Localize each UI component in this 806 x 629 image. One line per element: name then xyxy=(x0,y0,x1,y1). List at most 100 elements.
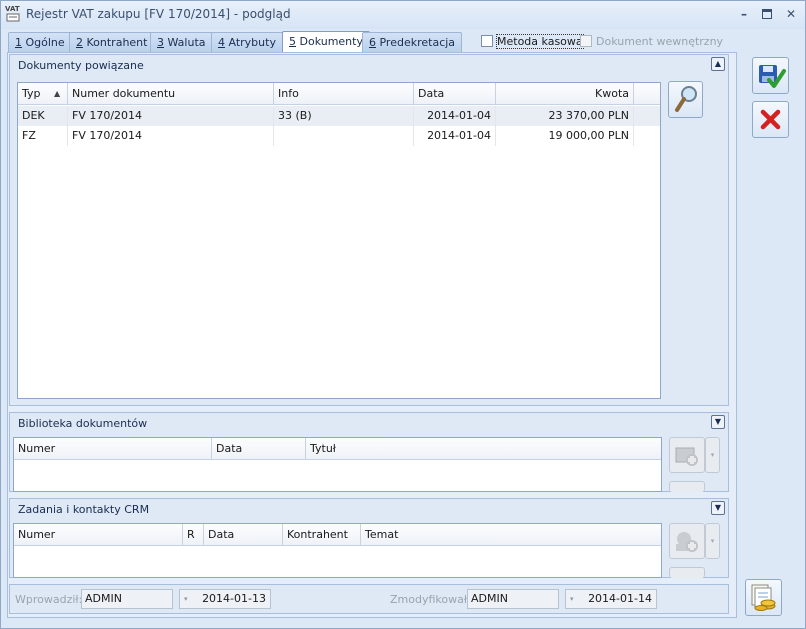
cell-typ: FZ xyxy=(18,126,68,146)
tab-key: 5 xyxy=(289,35,296,48)
metoda-kasowa-checkbox[interactable]: Metoda kasowa xyxy=(481,34,584,49)
modified-by-field: ADMIN xyxy=(467,589,559,609)
tab-predekretacja[interactable]: 6 Predekretacja xyxy=(362,32,463,52)
related-documents-title: Dokumenty powiązane xyxy=(18,59,144,72)
entered-date-field: ▾ 2014-01-13 xyxy=(179,589,271,609)
crm-tasks-title: Zadania i kontakty CRM xyxy=(18,503,150,516)
tab-kontrahent[interactable]: 2 Kontrahent xyxy=(69,32,155,52)
column-header-tytul[interactable]: Tytuł xyxy=(306,438,661,460)
preview-document-button[interactable] xyxy=(668,81,703,118)
save-button[interactable] xyxy=(752,57,789,94)
tab-key: 4 xyxy=(218,36,225,49)
cell-data: 2014-01-04 xyxy=(414,106,496,126)
table-row[interactable]: FZ FV 170/2014 2014-01-04 19 000,00 PLN xyxy=(18,126,660,146)
tab-label: Waluta xyxy=(164,36,206,49)
document-library-title: Biblioteka dokumentów xyxy=(18,417,148,430)
cell-kwota: 23 370,00 PLN xyxy=(496,106,634,126)
cancel-x-icon xyxy=(760,109,781,130)
accounting-button[interactable] xyxy=(745,579,782,616)
app-icon-text: VAT xyxy=(5,5,20,13)
tab-label: Kontrahent xyxy=(83,36,148,49)
tab-label: Dokumenty xyxy=(296,35,363,48)
column-header-info[interactable]: Info xyxy=(274,83,414,105)
modified-by-label: Zmodyfikował: xyxy=(390,593,471,606)
checkbox-box xyxy=(580,35,592,47)
table-row[interactable]: DEK FV 170/2014 33 (B) 2014-01-04 23 370… xyxy=(18,106,660,126)
cell-info xyxy=(274,126,414,146)
expand-down-icon[interactable]: ▼ xyxy=(711,415,725,429)
column-header-temat[interactable]: Temat xyxy=(361,524,661,546)
column-header-data[interactable]: Data xyxy=(204,524,283,546)
column-header-typ[interactable]: Typ ▲ xyxy=(18,83,68,105)
grid-header: Numer R Data Kontrahent Temat xyxy=(14,524,661,546)
close-window-icon[interactable]: ✕ xyxy=(782,6,800,22)
related-documents-grid[interactable]: Typ ▲ Numer dokumentu Info Data Kwota DEK… xyxy=(17,82,661,399)
cell-typ: DEK xyxy=(18,106,68,126)
tab-atrybuty[interactable]: 4 Atrybuty xyxy=(211,32,283,52)
minimize-icon[interactable]: – xyxy=(735,6,753,22)
crm-tasks-grid[interactable]: Numer R Data Kontrahent Temat xyxy=(13,523,662,578)
dokument-wewnetrzny-label: Dokument wewnętrzny xyxy=(596,35,724,48)
window-title: Rejestr VAT zakupu [FV 170/2014] - podgl… xyxy=(26,7,291,21)
library-secondary-button xyxy=(669,481,705,492)
grid-header: Numer Data Tytuł xyxy=(14,438,661,460)
coins-documents-icon xyxy=(751,584,776,611)
tab-waluta[interactable]: 3 Waluta xyxy=(150,32,213,52)
library-dropdown-arrow-icon: ▾ xyxy=(705,437,720,473)
add-library-document-button xyxy=(669,437,705,473)
column-header-data[interactable]: Data xyxy=(414,83,496,105)
tab-key: 3 xyxy=(157,36,164,49)
add-crm-task-button xyxy=(669,523,705,559)
cell-numer: FV 170/2014 xyxy=(68,126,274,146)
window: VAT Rejestr VAT zakupu [FV 170/2014] - p… xyxy=(0,0,806,629)
checkbox-box xyxy=(481,35,493,47)
collapse-up-icon[interactable]: ▲ xyxy=(711,57,725,71)
sort-ascending-icon: ▲ xyxy=(54,89,61,98)
vat-app-icon: VAT xyxy=(5,5,23,23)
column-label: Numer dokumentu xyxy=(72,87,176,100)
maximize-icon[interactable] xyxy=(758,6,776,22)
entered-date-value: 2014-01-13 xyxy=(202,592,266,605)
entered-by-label: Wprowadził: xyxy=(15,593,83,606)
column-header-numer[interactable]: Numer xyxy=(14,524,183,546)
entered-by-field: ADMIN xyxy=(81,589,173,609)
save-disk-icon xyxy=(759,65,786,88)
cell-numer: FV 170/2014 xyxy=(68,106,274,126)
tab-label: Ogólne xyxy=(22,36,65,49)
column-header-numer[interactable]: Numer xyxy=(14,438,212,460)
column-header-kwota[interactable]: Kwota xyxy=(496,83,634,105)
dokument-wewnetrzny-checkbox: Dokument wewnętrzny xyxy=(580,35,723,49)
column-header-r[interactable]: R xyxy=(183,524,204,546)
column-label: Kwota xyxy=(595,87,629,100)
column-header-numer[interactable]: Numer dokumentu xyxy=(68,83,274,105)
tab-dokumenty[interactable]: 5 Dokumenty xyxy=(282,31,370,53)
column-header-data[interactable]: Data xyxy=(212,438,306,460)
column-header-kontrahent[interactable]: Kontrahent xyxy=(283,524,361,546)
cell-kwota: 19 000,00 PLN xyxy=(496,126,634,146)
dropdown-arrow-icon: ▾ xyxy=(570,595,574,603)
column-label: Data xyxy=(418,87,445,100)
document-library-grid[interactable]: Numer Data Tytuł xyxy=(13,437,662,492)
tab-key: 2 xyxy=(76,36,83,49)
column-label: Typ xyxy=(22,87,41,100)
cell-info: 33 (B) xyxy=(274,106,414,126)
add-document-icon xyxy=(675,447,698,466)
crm-dropdown-arrow-icon: ▾ xyxy=(705,523,720,559)
tab-ogolne[interactable]: 1 Ogólne xyxy=(8,32,72,52)
cell-data: 2014-01-04 xyxy=(414,126,496,146)
metoda-kasowa-label: Metoda kasowa xyxy=(496,34,584,49)
tab-key: 1 xyxy=(15,36,22,49)
crm-secondary-button xyxy=(669,567,705,578)
title-bar: VAT Rejestr VAT zakupu [FV 170/2014] - p… xyxy=(1,1,805,29)
grid-header: Typ ▲ Numer dokumentu Info Data Kwota xyxy=(18,83,660,105)
add-task-icon xyxy=(676,532,698,552)
tab-label: Atrybuty xyxy=(225,36,276,49)
tab-key: 6 xyxy=(369,36,376,49)
cancel-button[interactable] xyxy=(752,101,789,138)
modified-date-field: ▾ 2014-01-14 xyxy=(565,589,657,609)
tab-label: Predekretacja xyxy=(376,36,456,49)
dropdown-arrow-icon: ▾ xyxy=(184,595,188,603)
expand-down-icon[interactable]: ▼ xyxy=(711,501,725,515)
modified-date-value: 2014-01-14 xyxy=(588,592,652,605)
column-label: Info xyxy=(278,87,299,100)
